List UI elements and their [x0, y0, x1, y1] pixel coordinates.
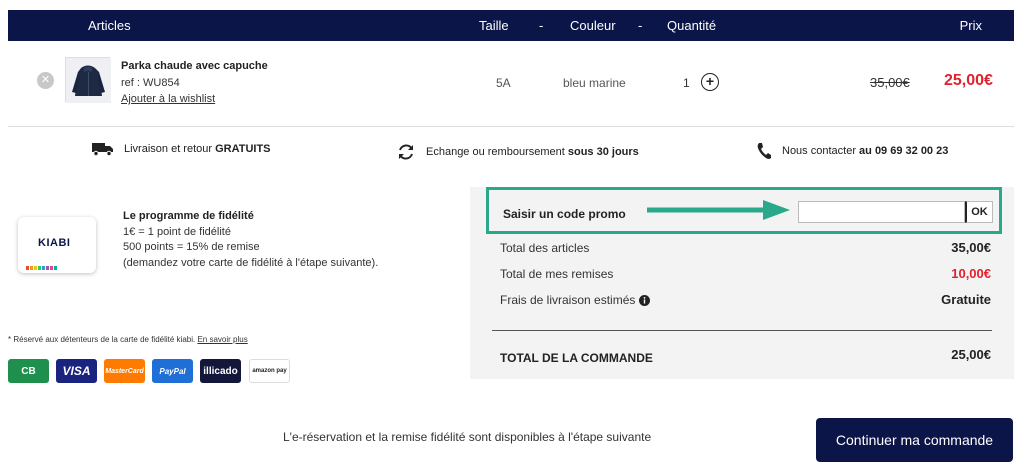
perk-delivery-text: Livraison et retour: [124, 143, 216, 155]
amazon-pay-payment-icon: amazon pay: [249, 359, 290, 383]
perk-delivery: Livraison et retour GRATUITS: [92, 142, 271, 156]
learn-more-link[interactable]: En savoir plus: [197, 335, 247, 344]
loyalty-title: Le programme de fidélité: [123, 210, 254, 222]
arrow-right-icon: [647, 200, 790, 220]
header-taille: Taille: [479, 18, 509, 33]
cart-header: Articles Taille - Couleur - Quantité Pri…: [8, 10, 1014, 41]
illicado-label: illicado: [203, 365, 238, 377]
loyalty-card-image: KIABI: [18, 217, 96, 273]
promo-code-input[interactable]: [798, 201, 965, 223]
exchange-icon: [399, 144, 413, 160]
perk-exchange-bold: sous 30 jours: [567, 146, 639, 158]
visa-label: VISA: [62, 364, 91, 378]
remove-item-button[interactable]: ✕: [37, 72, 54, 89]
continue-order-button[interactable]: Continuer ma commande: [816, 418, 1013, 462]
cb-label: CB: [21, 365, 36, 377]
perk-exchange: Echange ou remboursement sous 30 jours: [396, 142, 639, 162]
promo-code-label: Saisir un code promo: [503, 207, 626, 221]
perk-exchange-text: Echange ou remboursement: [426, 146, 568, 158]
current-price: 25,00€: [944, 72, 993, 89]
summary-divider: [492, 330, 992, 331]
perk-contact: Nous contacter au 09 69 32 00 23: [756, 142, 948, 160]
perk-delivery-bold: GRATUITS: [215, 143, 271, 155]
header-separator: -: [638, 18, 643, 33]
old-price: 35,00€: [870, 75, 910, 90]
truck-icon: [92, 143, 113, 156]
parka-image: [66, 58, 111, 103]
discounts-total-label: Total de mes remises: [500, 267, 614, 281]
product-color: bleu marine: [563, 76, 626, 90]
loyalty-line: (demandez votre carte de fidélité à l'ét…: [123, 257, 379, 269]
loyalty-line: 1€ = 1 point de fidélité: [123, 226, 231, 238]
loyalty-line: 500 points = 15% de remise: [123, 241, 260, 253]
product-thumbnail[interactable]: [65, 57, 111, 103]
shipping-value: Gratuite: [941, 292, 991, 307]
articles-total-value: 35,00€: [951, 240, 991, 255]
footer-note: L'e-réservation et la remise fidélité so…: [283, 430, 652, 444]
loyalty-note: * Réservé aux détenteurs de la carte de …: [8, 335, 248, 344]
header-separator: -: [539, 18, 544, 33]
quantity-increase-button[interactable]: +: [701, 73, 719, 91]
order-summary-panel: Saisir un code promo OK Total des articl…: [470, 187, 1014, 379]
phone-icon: [757, 143, 771, 159]
cb-payment-icon: CB: [8, 359, 49, 383]
discounts-total-value: 10,00€: [951, 266, 991, 281]
mastercard-label: MasterCard: [105, 367, 144, 375]
cart-item-row: ✕ Parka chaude avec capuche ref : WU854 …: [8, 41, 1014, 127]
loyalty-card-brand: KIABI: [38, 237, 71, 249]
loyalty-card-stripe: [26, 263, 60, 272]
product-name[interactable]: Parka chaude avec capuche: [121, 60, 268, 72]
order-total-value: 25,00€: [951, 347, 991, 362]
promo-code-ok-button[interactable]: OK: [965, 201, 993, 223]
header-couleur: Couleur: [570, 18, 616, 33]
perk-contact-bold: au 09 69 32 00 23: [859, 145, 949, 157]
loyalty-note-text: * Réservé aux détenteurs de la carte de …: [8, 335, 196, 344]
amazon-pay-label: amazon pay: [252, 368, 287, 374]
product-quantity: 1: [683, 76, 690, 90]
articles-total-label: Total des articles: [500, 241, 590, 255]
paypal-payment-icon: PayPal: [152, 359, 193, 383]
mastercard-payment-icon: MasterCard: [104, 359, 145, 383]
promo-code-box: Saisir un code promo OK: [486, 187, 1002, 234]
illicado-payment-icon: illicado: [200, 359, 241, 383]
color-stripe-icon: [26, 266, 57, 270]
header-articles: Articles: [88, 18, 131, 33]
product-ref: ref : WU854: [121, 77, 180, 89]
info-icon[interactable]: [639, 294, 651, 306]
product-size: 5A: [496, 76, 511, 90]
header-quantite: Quantité: [667, 18, 717, 33]
shipping-label: Frais de livraison estimés: [500, 293, 636, 307]
paypal-label: PayPal: [159, 366, 186, 376]
order-total-label: TOTAL DE LA COMMANDE: [500, 351, 653, 365]
add-to-wishlist-link[interactable]: Ajouter à la wishlist: [121, 93, 215, 105]
perk-contact-text: Nous contacter: [782, 145, 860, 157]
header-prix: Prix: [959, 18, 982, 33]
visa-payment-icon: VISA: [56, 359, 97, 383]
shipping-label-group: Frais de livraison estimés: [500, 293, 651, 307]
